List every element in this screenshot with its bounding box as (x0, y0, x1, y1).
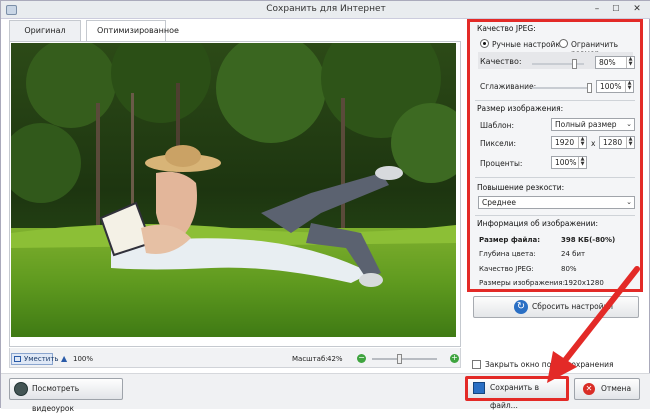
actual-size-button[interactable]: ▲ 100% (61, 353, 97, 365)
quality-label: Качество: (480, 57, 522, 66)
radio-limit-size[interactable] (559, 39, 568, 48)
info-color-depth-label: Глубина цвета: (479, 250, 536, 258)
preview-photo-image (11, 43, 456, 337)
quality-value: 80% (599, 58, 616, 67)
quality-slider[interactable] (532, 59, 584, 69)
cancel-button[interactable]: ✕ Отмена (574, 378, 640, 400)
spin-arrows-icon[interactable]: ▲ ▼ (578, 137, 586, 148)
scale-slider-thumb[interactable] (397, 354, 403, 364)
info-section-title: Информация об изображении: (477, 219, 598, 228)
width-value: 1920 (555, 138, 575, 147)
smoothing-label: Сглаживание: (480, 82, 537, 91)
cancel-icon: ✕ (583, 383, 595, 395)
scale-label: Масштаб: (292, 355, 328, 363)
chevron-down-icon: ⌄ (626, 198, 632, 206)
info-file-size-value: 398 КБ(-80%) (561, 236, 616, 244)
save-to-file-button[interactable]: Сохранить в файл... (465, 376, 569, 410)
percent-value: 100% (555, 158, 577, 167)
chevron-down-icon: ⌄ (626, 120, 632, 128)
info-color-depth-value: 24 бит (561, 250, 586, 258)
minimize-button[interactable]: – (589, 3, 605, 15)
reset-settings-label: Сбросить настройки (532, 302, 614, 311)
reset-settings-button[interactable]: ↻ Сбросить настройки (473, 296, 639, 318)
divider (475, 215, 635, 216)
settings-panel: Качество JPEG: Ручные настройки Ограничи… (467, 19, 643, 292)
tab-original[interactable]: Оригинал (9, 20, 81, 41)
template-label: Шаблон: (480, 121, 515, 130)
fit-label: Уместить (24, 355, 59, 363)
preview-photo[interactable] (11, 43, 456, 337)
percent-label: Проценты: (480, 159, 523, 168)
info-dimensions-value: 1920x1280 (564, 279, 604, 287)
spin-arrows-icon[interactable]: ▲ ▼ (625, 81, 633, 92)
actual-size-label: 100% (73, 355, 94, 363)
refresh-icon: ↻ (514, 300, 528, 314)
smoothing-value: 100% (600, 82, 622, 91)
watch-video-tutorial-button[interactable]: Посмотреть видеоурок (9, 378, 123, 413)
fit-icon (14, 356, 21, 362)
sharpen-section-title: Повышение резкости: (477, 183, 565, 192)
close-after-save-checkbox[interactable] (472, 360, 481, 369)
divider (475, 177, 635, 178)
info-file-size-label: Размер файла: (479, 236, 541, 244)
smoothing-slider-thumb[interactable] (587, 83, 592, 93)
info-jpeg-quality-label: Качество JPEG: (479, 265, 534, 273)
spin-arrows-icon[interactable]: ▲ ▼ (626, 57, 634, 68)
tab-optimized[interactable]: Оптимизированное (86, 20, 179, 42)
times-sign: x (591, 139, 596, 148)
template-value: Полный размер (555, 120, 617, 129)
save-for-web-window: Сохранить для Интернет – ☐ ✕ Оригинал Оп… (0, 0, 650, 413)
scale-value: 42% (327, 355, 343, 363)
quality-spinner[interactable]: 80% ▲ ▼ (595, 56, 635, 69)
video-icon (14, 382, 28, 396)
zoom-in-button[interactable]: + (450, 354, 459, 363)
radio-manual[interactable] (480, 39, 489, 48)
maximize-button[interactable]: ☐ (608, 3, 624, 15)
video-button-label: Посмотреть видеоурок (32, 384, 80, 413)
sharpen-select[interactable]: Среднее ⌄ (478, 196, 635, 209)
percent-spinner[interactable]: 100% ▲ ▼ (551, 156, 587, 169)
height-spinner[interactable]: 1280 ▲ ▼ (599, 136, 635, 149)
fit-button[interactable]: Уместить (11, 353, 59, 365)
zoom-out-button[interactable]: − (357, 354, 366, 363)
size-section-title: Размер изображения: (477, 104, 564, 113)
info-jpeg-quality-value: 80% (561, 265, 577, 273)
pixels-label: Пиксели: (480, 139, 516, 148)
smoothing-spinner[interactable]: 100% ▲ ▼ (596, 80, 634, 93)
radio-manual-label: Ручные настройки (492, 40, 565, 49)
close-after-save-label: Закрыть окно после сохранения (485, 360, 614, 369)
quality-slider-thumb[interactable] (571, 59, 577, 69)
floppy-disk-icon (473, 382, 485, 394)
height-value: 1280 (603, 138, 623, 147)
window-title: Сохранить для Интернет (266, 4, 386, 14)
spin-arrows-icon[interactable]: ▲ ▼ (626, 137, 634, 148)
smoothing-slider[interactable] (532, 83, 592, 93)
divider (475, 100, 635, 101)
info-dimensions-label: Размеры изображения: (479, 279, 565, 287)
title-bar: Сохранить для Интернет – ☐ ✕ (1, 1, 650, 19)
close-window-button[interactable]: ✕ (629, 3, 645, 15)
cancel-button-label: Отмена (601, 384, 632, 393)
template-select[interactable]: Полный размер ⌄ (551, 118, 635, 131)
spin-arrows-icon[interactable]: ▲ ▼ (578, 157, 586, 168)
jpeg-section-title: Качество JPEG: (477, 24, 536, 33)
width-spinner[interactable]: 1920 ▲ ▼ (551, 136, 587, 149)
zoom-icon: ▲ (61, 354, 68, 363)
scale-slider[interactable] (372, 354, 437, 364)
sharpen-value: Среднее (482, 198, 516, 207)
